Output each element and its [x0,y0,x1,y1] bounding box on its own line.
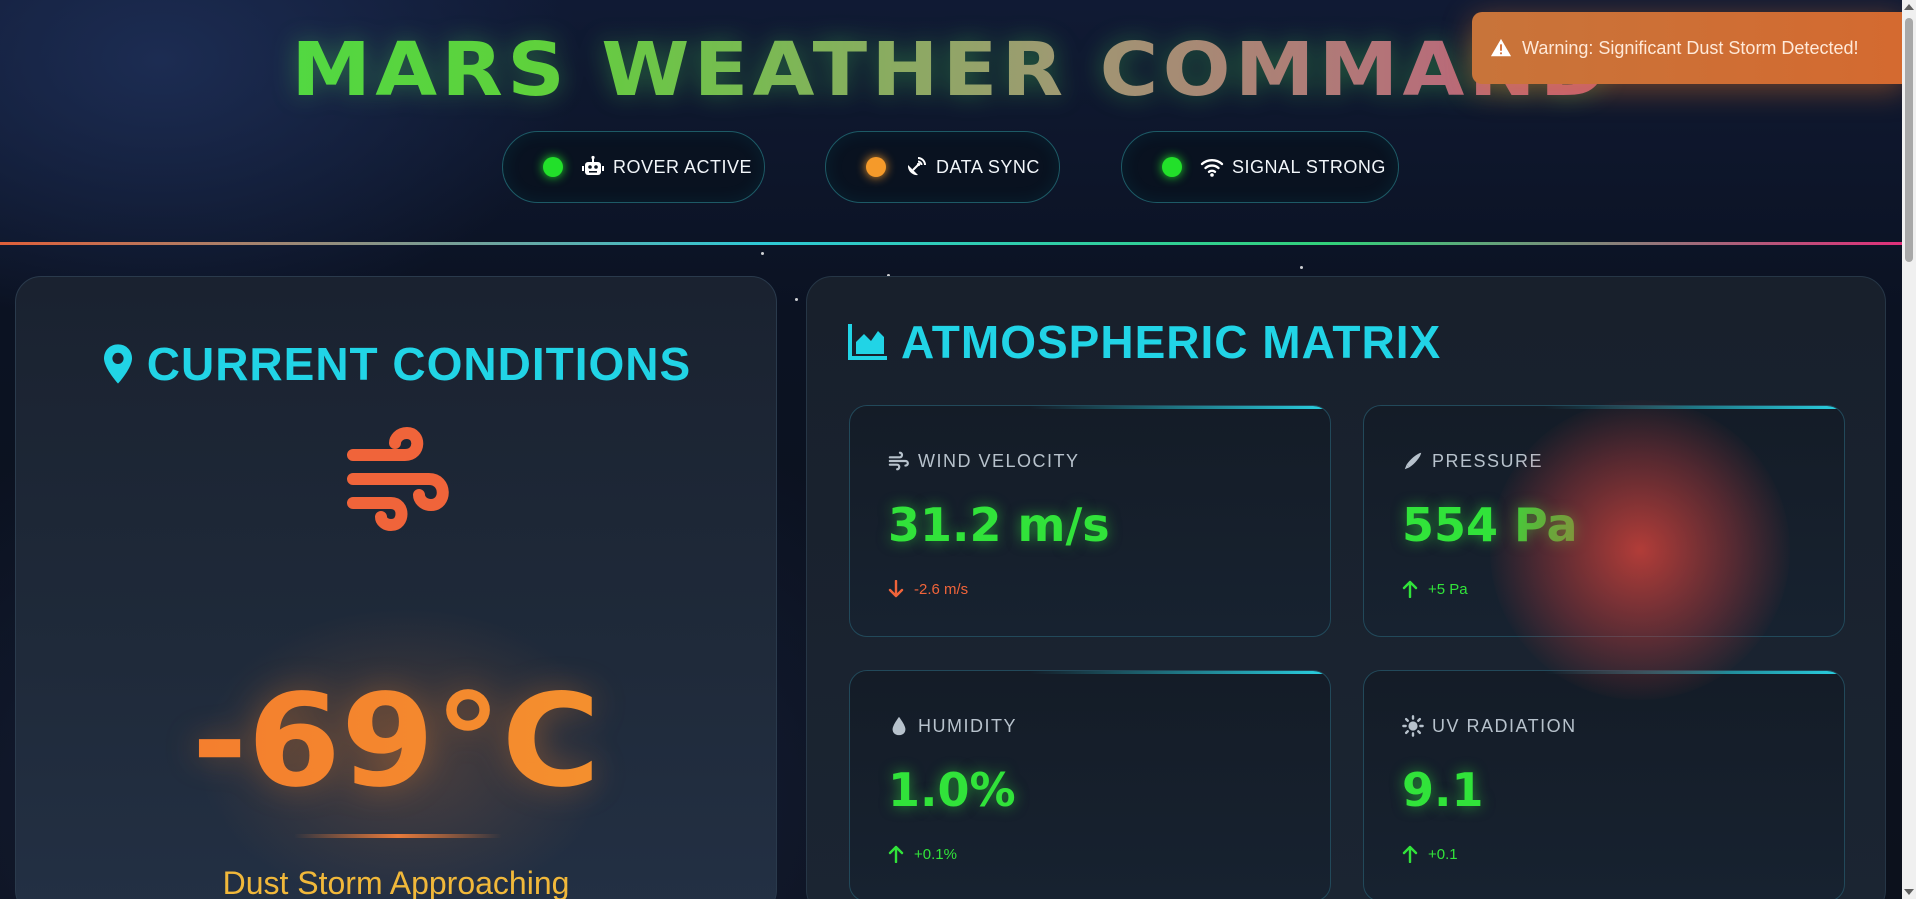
status-dot [543,157,563,177]
status-pill-signal: SIGNAL STRONG [1121,131,1399,203]
metric-delta: -2.6 m/s [888,580,968,598]
metric-delta: +5 Pa [1402,580,1468,598]
weather-condition: Dust Storm Approaching [222,865,570,899]
status-pill-data-sync: DATA SYNC [825,131,1060,203]
droplet-icon [892,716,906,736]
atmospheric-matrix-title: ATMOSPHERIC MATRIX [901,316,1442,368]
warning-toast[interactable]: Warning: Significant Dust Storm Detected… [1472,12,1904,84]
metric-label: UV RADIATION [1402,715,1577,737]
vertical-scrollbar[interactable] [1902,0,1916,899]
metric-value: 31.2 m/s [888,498,1110,552]
metric-delta: +0.1% [888,845,957,863]
gauge-needle-icon [1404,452,1422,470]
card-accent-line [1030,671,1330,674]
status-dot [866,157,886,177]
metric-card-uv: UV RADIATION 9.1 +0.1 [1363,670,1845,899]
status-pill-rover: ROVER ACTIVE [502,131,765,203]
metric-label: WIND VELOCITY [888,450,1080,472]
scroll-up-arrow[interactable] [1904,4,1914,10]
current-conditions-title: CURRENT CONDITIONS [146,338,692,390]
card-accent-line [1030,406,1330,409]
star [795,298,798,301]
scrollbar-thumb[interactable] [1905,18,1913,262]
metric-delta-text: -2.6 m/s [914,580,969,598]
status-label: DATA SYNC [936,156,1040,177]
metric-label-text: UV RADIATION [1432,715,1577,736]
current-conditions-heading: CURRENT CONDITIONS [16,337,776,391]
metric-delta-text: +0.1% [914,845,957,863]
arrow-down-icon [888,580,904,598]
atmospheric-matrix-heading: ATMOSPHERIC MATRIX [847,315,1441,369]
temperature-value: -69°C [16,677,776,807]
metric-value: 1.0% [888,763,1016,817]
metric-card-humidity: HUMIDITY 1.0% +0.1% [849,670,1331,899]
scroll-down-arrow[interactable] [1904,889,1914,895]
status-label: ROVER ACTIVE [613,156,753,177]
header-divider [0,242,1902,245]
warning-message: Warning: Significant Dust Storm Detected… [1522,37,1859,58]
current-conditions-card: CURRENT CONDITIONS -69°C Dust Storm Appr… [15,276,777,899]
status-label: SIGNAL STRONG [1232,156,1386,177]
star [1300,266,1303,269]
location-pin-icon [103,344,132,384]
status-row: ROVER ACTIVE DATA SYNC SIGNAL STRONG [0,131,1902,203]
metric-delta-text: +0.1 [1428,845,1458,863]
metric-label: HUMIDITY [888,715,1017,737]
metric-delta-text: +5 Pa [1428,580,1468,598]
robot-icon [581,155,605,179]
metric-label-text: HUMIDITY [918,715,1017,736]
wind-icon [347,427,449,531]
satellite-dish-icon [904,155,928,179]
dust-storm-glow [1490,400,1790,700]
metric-value: 9.1 [1402,763,1484,817]
wind-icon [888,451,909,471]
area-chart-icon [848,324,887,360]
arrow-up-icon [1402,580,1418,598]
wifi-icon [1200,155,1224,179]
metric-delta: +0.1 [1402,845,1458,863]
warning-icon [1490,37,1512,59]
metric-label-text: WIND VELOCITY [918,450,1080,471]
temperature-underline [294,834,502,838]
arrow-up-icon [888,845,904,863]
metric-card-wind: WIND VELOCITY 31.2 m/s -2.6 m/s [849,405,1331,637]
sun-icon [1402,715,1424,737]
status-dot [1162,157,1182,177]
star [761,252,764,255]
arrow-up-icon [1402,845,1418,863]
